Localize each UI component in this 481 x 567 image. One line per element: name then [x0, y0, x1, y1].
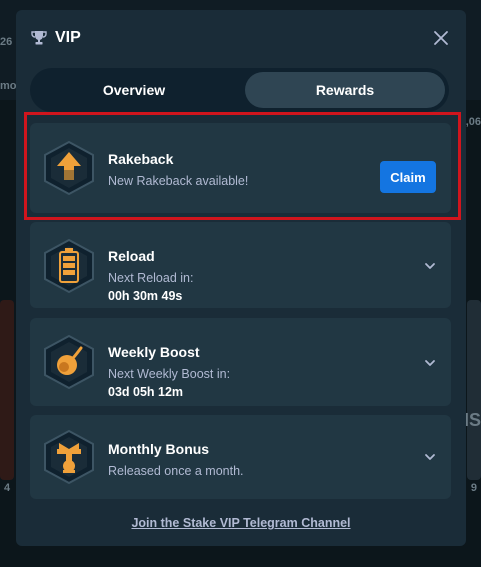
close-icon[interactable] — [431, 28, 451, 48]
modal-header: VIP — [31, 28, 451, 48]
chevron-down-icon[interactable] — [423, 259, 437, 273]
reward-title: Monthly Bonus — [108, 441, 210, 457]
reward-subtitle: Released once a month. — [108, 464, 244, 478]
reward-countdown: 03d 05h 12m — [108, 385, 184, 399]
reward-title: Rakeback — [108, 151, 174, 167]
modal-title: VIP — [55, 29, 81, 46]
backdrop-text: 4 — [4, 482, 11, 494]
backdrop-text: mo — [0, 80, 17, 92]
battery-icon — [44, 238, 94, 294]
rakeback-arrow-icon — [44, 140, 94, 196]
backdrop-text: 9 — [470, 482, 477, 494]
reward-subtitle: Next Reload in: — [108, 271, 194, 285]
backdrop-text: 26 — [0, 36, 13, 48]
reward-card-weekly-boost[interactable]: Weekly Boost Next Weekly Boost in: 03d 0… — [30, 318, 451, 406]
backdrop-game-card — [467, 300, 481, 480]
claim-button[interactable]: Claim — [380, 161, 436, 193]
reward-title: Reload — [108, 248, 155, 264]
trophy-icon — [31, 31, 47, 45]
chevron-down-icon[interactable] — [423, 450, 437, 464]
tab-overview[interactable]: Overview — [34, 72, 234, 108]
footer: Join the Stake VIP Telegram Channel — [16, 514, 466, 532]
reward-card-reload[interactable]: Reload Next Reload in: 00h 30m 49s — [30, 222, 451, 308]
comet-icon — [44, 334, 94, 390]
reward-card-monthly-bonus[interactable]: Monthly Bonus Released once a month. — [30, 415, 451, 499]
gift-icon — [44, 429, 94, 485]
tab-rewards[interactable]: Rewards — [245, 72, 445, 108]
reward-card-rakeback: Rakeback New Rakeback available! Claim — [30, 123, 451, 213]
tab-bar: Overview Rewards — [30, 68, 449, 112]
vip-modal: VIP Overview Rewards Rakeback New Rakeba… — [16, 10, 466, 546]
telegram-channel-link[interactable]: Join the Stake VIP Telegram Channel — [131, 516, 350, 530]
chevron-down-icon[interactable] — [423, 356, 437, 370]
reward-subtitle: Next Weekly Boost in: — [108, 367, 231, 381]
backdrop-game-card — [0, 300, 14, 480]
reward-subtitle: New Rakeback available! — [108, 174, 249, 188]
reward-countdown: 00h 30m 49s — [108, 289, 183, 303]
reward-title: Weekly Boost — [108, 344, 200, 360]
backdrop-text: ,06 — [465, 116, 481, 128]
